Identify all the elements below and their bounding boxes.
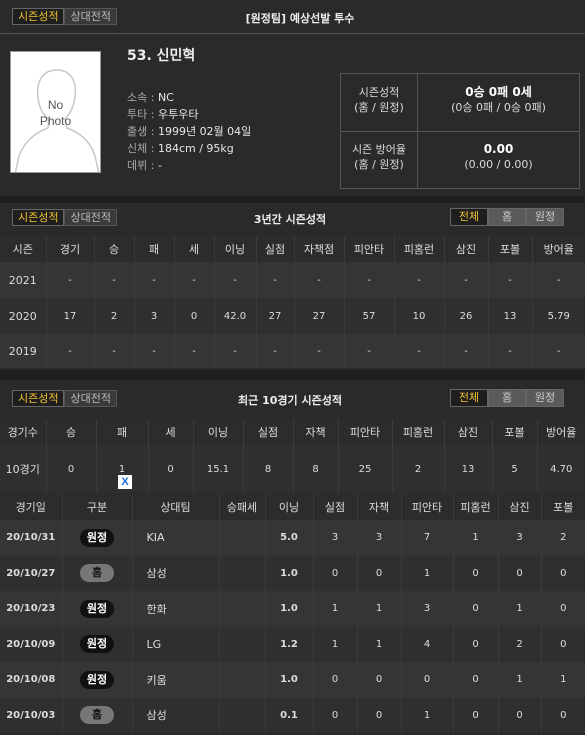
game-type-badge: 원정 xyxy=(80,670,114,689)
tab-versus[interactable]: 상대전적 xyxy=(64,209,117,226)
season-record-label: 시즌성적 (홈 / 원정) xyxy=(354,86,404,114)
game-type-badge: 원정 xyxy=(80,599,114,618)
tab-season[interactable]: 시즌성적 xyxy=(12,390,65,407)
info-birth: 출생 : 1999년 02월 04일 xyxy=(127,125,252,138)
table-row: 2020 17 2 3 0 42.0 27 27 57 10 26 13 5.7… xyxy=(0,298,585,334)
table-row: 20/10/03 홈 삼성 0.1 0 0 1 0 0 0 xyxy=(0,697,585,733)
table-row: 20/10/31 원정 KIA 5.0 3 3 7 1 3 2 xyxy=(0,520,585,556)
tab-season[interactable]: 시즌성적 xyxy=(12,8,65,25)
tab-versus[interactable]: 상대전적 xyxy=(64,8,117,25)
table-header: 시즌 경기 승 패 세 이닝 실점 자책점 피안타 피홈런 삼진 포볼 방어율 xyxy=(0,236,585,262)
game-type-badge: 홈 xyxy=(80,564,114,583)
table-row: 20/10/23 원정 한화 1.0 1 1 3 0 1 0 xyxy=(0,591,585,627)
table-row: 10경기 0 1 0 15.1 8 8 25 2 13 5 4.70 xyxy=(0,445,585,493)
recent-games-table: 경기일 구분 상대팀 승패세 이닝 실점 자책 피안타 피홈런 삼진 포볼 20… xyxy=(0,494,585,733)
game-type-badge: 원정 xyxy=(80,635,114,654)
filter-home[interactable]: 홈 xyxy=(488,389,526,407)
info-body: 신체 : 184cm / 95kg xyxy=(127,142,234,155)
section-gap xyxy=(0,196,585,203)
table-row: 20/10/09 원정 LG 1.2 1 1 4 0 2 0 xyxy=(0,626,585,662)
season-record-value: 0승 0패 0세 (0승 0패 / 0승 0패) xyxy=(451,85,546,114)
game-type-badge: 홈 xyxy=(80,706,114,725)
divider xyxy=(0,33,585,34)
table-row: 2021 - - - - - - - - - - - - xyxy=(0,262,585,298)
table-row: 2019 - - - - - - - - - - - - xyxy=(0,334,585,368)
tab-season[interactable]: 시즌성적 xyxy=(12,209,65,226)
recent-tabs: 시즌성적 상대전적 xyxy=(12,390,117,407)
season-era-label: 시즌 방어율 (홈 / 원정) xyxy=(351,143,407,171)
three-year-filters: 전체 홈 원정 xyxy=(450,208,564,226)
three-year-title: 3년간 시즌성적 xyxy=(253,213,327,226)
recent-summary-table: 경기수 승 패 세 이닝 실점 자책 피안타 피홈런 삼진 포볼 방어율 10경… xyxy=(0,419,585,493)
info-throw-bat: 투타 : 우투우타 xyxy=(127,108,199,121)
header-tabs: 시즌성적 상대전적 xyxy=(12,8,117,25)
filter-away[interactable]: 원정 xyxy=(526,208,564,226)
recent-title: 최근 10경기 시즌성적 xyxy=(238,394,342,407)
table-row: 20/10/27 홈 삼성 1.0 0 0 1 0 0 0 xyxy=(0,555,585,591)
no-photo-text: No Photo xyxy=(39,98,72,128)
close-icon[interactable]: X xyxy=(118,475,132,489)
player-name: 53. 신민혁 xyxy=(127,48,196,64)
filter-all[interactable]: 전체 xyxy=(450,389,488,407)
game-type-badge: 원정 xyxy=(80,528,114,547)
tab-versus[interactable]: 상대전적 xyxy=(64,390,117,407)
table-header: 경기수 승 패 세 이닝 실점 자책 피안타 피홈런 삼진 포볼 방어율 xyxy=(0,419,585,445)
table-header: 경기일 구분 상대팀 승패세 이닝 실점 자책 피안타 피홈런 삼진 포볼 xyxy=(0,494,585,520)
info-team: 소속 : NC xyxy=(127,91,174,104)
table-row: 20/10/08 원정 키움 1.0 0 0 0 0 1 1 xyxy=(0,662,585,698)
filter-home[interactable]: 홈 xyxy=(488,208,526,226)
season-stat-box: 시즌성적 (홈 / 원정) 0승 0패 0세 (0승 0패 / 0승 0패) 시… xyxy=(340,73,580,189)
season-era-value: 0.00 (0.00 / 0.00) xyxy=(464,142,533,171)
filter-all[interactable]: 전체 xyxy=(450,208,488,226)
player-photo: No Photo xyxy=(10,51,101,173)
section-gap xyxy=(0,370,585,380)
page-title: [원정팀] 예상선발 투수 xyxy=(245,12,355,25)
info-debut: 데뷔 : - xyxy=(127,159,162,172)
filter-away[interactable]: 원정 xyxy=(526,389,564,407)
three-year-tabs: 시즌성적 상대전적 xyxy=(12,209,117,226)
three-year-table: 시즌 경기 승 패 세 이닝 실점 자책점 피안타 피홈런 삼진 포볼 방어율 … xyxy=(0,236,585,368)
recent-filters: 전체 홈 원정 xyxy=(450,389,564,407)
